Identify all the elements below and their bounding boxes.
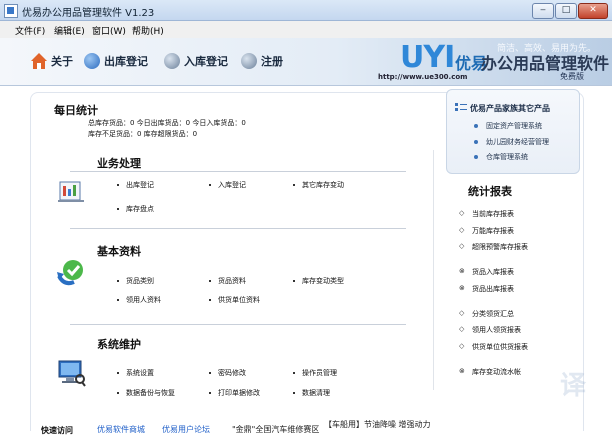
inbound-icon: [164, 53, 180, 69]
link-stocktake[interactable]: 库存盘点: [126, 204, 154, 214]
link-recipient-data[interactable]: 领用人资料: [126, 295, 161, 305]
report-category-summary[interactable]: 分类领货汇总: [472, 309, 514, 319]
family-item-fixed-assets[interactable]: 固定资产管理系统: [486, 121, 542, 131]
toolbar-about-button[interactable]: 关于: [30, 51, 73, 71]
link-data-cleanup[interactable]: 数据清理: [302, 388, 330, 398]
toolbar-outbound-button[interactable]: 出库登记: [84, 51, 148, 71]
basic-data-icon: [57, 260, 83, 286]
product-family-title: 优易产品家族其它产品: [470, 104, 550, 113]
quick-access-label: 快速访问: [41, 426, 73, 435]
brand-name: 办公用品管理软件: [481, 54, 610, 73]
window-title: 优易办公用品管理软件 V1.23: [22, 8, 155, 19]
outbound-icon: [84, 53, 100, 69]
circle-icon: ⊗: [459, 284, 465, 292]
edition-badge: 免费版: [560, 72, 584, 81]
footer-link-promo-2[interactable]: 【车船用】节油降噪 增强动力: [324, 419, 431, 430]
menu-file[interactable]: 文件(F): [15, 24, 45, 37]
report-goods-outbound[interactable]: 货品出库报表: [472, 284, 514, 294]
link-goods-category[interactable]: 货品类别: [126, 276, 154, 286]
link-change-password[interactable]: 密码修改: [218, 368, 246, 378]
toolbar-about-label: 关于: [51, 55, 73, 68]
diamond-icon: ◇: [459, 226, 465, 234]
toolbar-inbound-button[interactable]: 入库登记: [164, 51, 228, 71]
link-backup-restore[interactable]: 数据备份与恢复: [126, 388, 175, 398]
maximize-button[interactable]: □: [555, 3, 577, 19]
header-banner: 关于 出库登记 入库登记 注册 简洁、高效、易用为先。 UYI 优易 办公用品管…: [0, 38, 612, 86]
section-divider: [70, 324, 406, 325]
maintenance-icon: [58, 360, 86, 387]
report-overlimit-warning[interactable]: 超限预警库存报表: [472, 242, 528, 252]
diamond-icon: ◇: [459, 242, 465, 250]
menu-help[interactable]: 帮助(H): [132, 24, 164, 37]
diamond-icon: ◇: [459, 209, 465, 217]
link-stock-change-type[interactable]: 库存变动类型: [302, 276, 344, 286]
close-button[interactable]: ✕: [578, 3, 608, 19]
home-icon: [31, 53, 47, 69]
app-icon: [4, 4, 18, 18]
link-print-form-edit[interactable]: 打印单据修改: [218, 388, 260, 398]
register-icon: [241, 53, 257, 69]
minimize-button[interactable]: ‒: [532, 3, 554, 19]
daily-stats-row-2: 库存不足货品：0 库存超限货品：0: [88, 130, 198, 138]
family-item-warehouse[interactable]: 仓库管理系统: [486, 152, 528, 162]
link-outbound[interactable]: 出库登记: [126, 180, 154, 190]
toolbar-register-button[interactable]: 注册: [241, 51, 283, 71]
section-maintenance-title: 系统维护: [97, 338, 141, 351]
business-icon: [58, 181, 84, 202]
list-icon: [455, 103, 467, 111]
report-goods-inbound[interactable]: 货品入库报表: [472, 267, 514, 277]
report-recipient[interactable]: 领用人领货报表: [472, 325, 521, 335]
link-inbound[interactable]: 入库登记: [218, 180, 246, 190]
daily-stats-title: 每日统计: [54, 104, 98, 117]
menu-edit[interactable]: 编辑(E): [54, 24, 85, 37]
section-divider: [70, 228, 406, 229]
brand-url: http://www.ue300.com: [378, 73, 468, 81]
link-supplier-data[interactable]: 供货单位资料: [218, 295, 260, 305]
link-other-stock-change[interactable]: 其它库存变动: [302, 180, 344, 190]
circle-icon: ⊗: [459, 367, 465, 375]
report-current-stock[interactable]: 当前库存报表: [472, 209, 514, 219]
link-goods-data[interactable]: 货品资料: [218, 276, 246, 286]
brand-logo-mark: UYI: [400, 40, 455, 75]
toolbar-outbound-label: 出库登记: [104, 55, 148, 68]
family-item-kindergarten[interactable]: 幼儿园财务经营管理: [486, 137, 549, 147]
diamond-icon: ◇: [459, 325, 465, 333]
reports-title: 统计报表: [468, 185, 512, 198]
daily-stats-row-1: 总库存货品：0 今日出库货品：0 今日入库货品：0: [88, 119, 246, 127]
link-system-settings[interactable]: 系统设置: [126, 368, 154, 378]
report-supplier[interactable]: 供货单位供货报表: [472, 342, 528, 352]
report-stock-change-ledger[interactable]: 库存变动流水帐: [472, 367, 521, 377]
watermark: 译: [560, 371, 587, 401]
diamond-icon: ◇: [459, 309, 465, 317]
link-operator-management[interactable]: 操作员管理: [302, 368, 337, 378]
section-business-title: 业务处理: [97, 157, 141, 170]
diamond-icon: ◇: [459, 342, 465, 350]
toolbar-register-label: 注册: [261, 55, 283, 68]
column-divider: [433, 150, 434, 390]
menu-window[interactable]: 窗口(W): [92, 24, 126, 37]
section-basic-title: 基本资料: [97, 245, 141, 258]
circle-icon: ⊗: [459, 267, 465, 275]
menu-bar: 文件(F) 编辑(E) 窗口(W) 帮助(H): [0, 21, 612, 39]
report-universal-stock[interactable]: 万能库存报表: [472, 226, 514, 236]
title-bar: 优易办公用品管理软件 V1.23 ‒ □ ✕: [0, 0, 612, 21]
toolbar-inbound-label: 入库登记: [184, 55, 228, 68]
section-divider: [70, 171, 406, 172]
